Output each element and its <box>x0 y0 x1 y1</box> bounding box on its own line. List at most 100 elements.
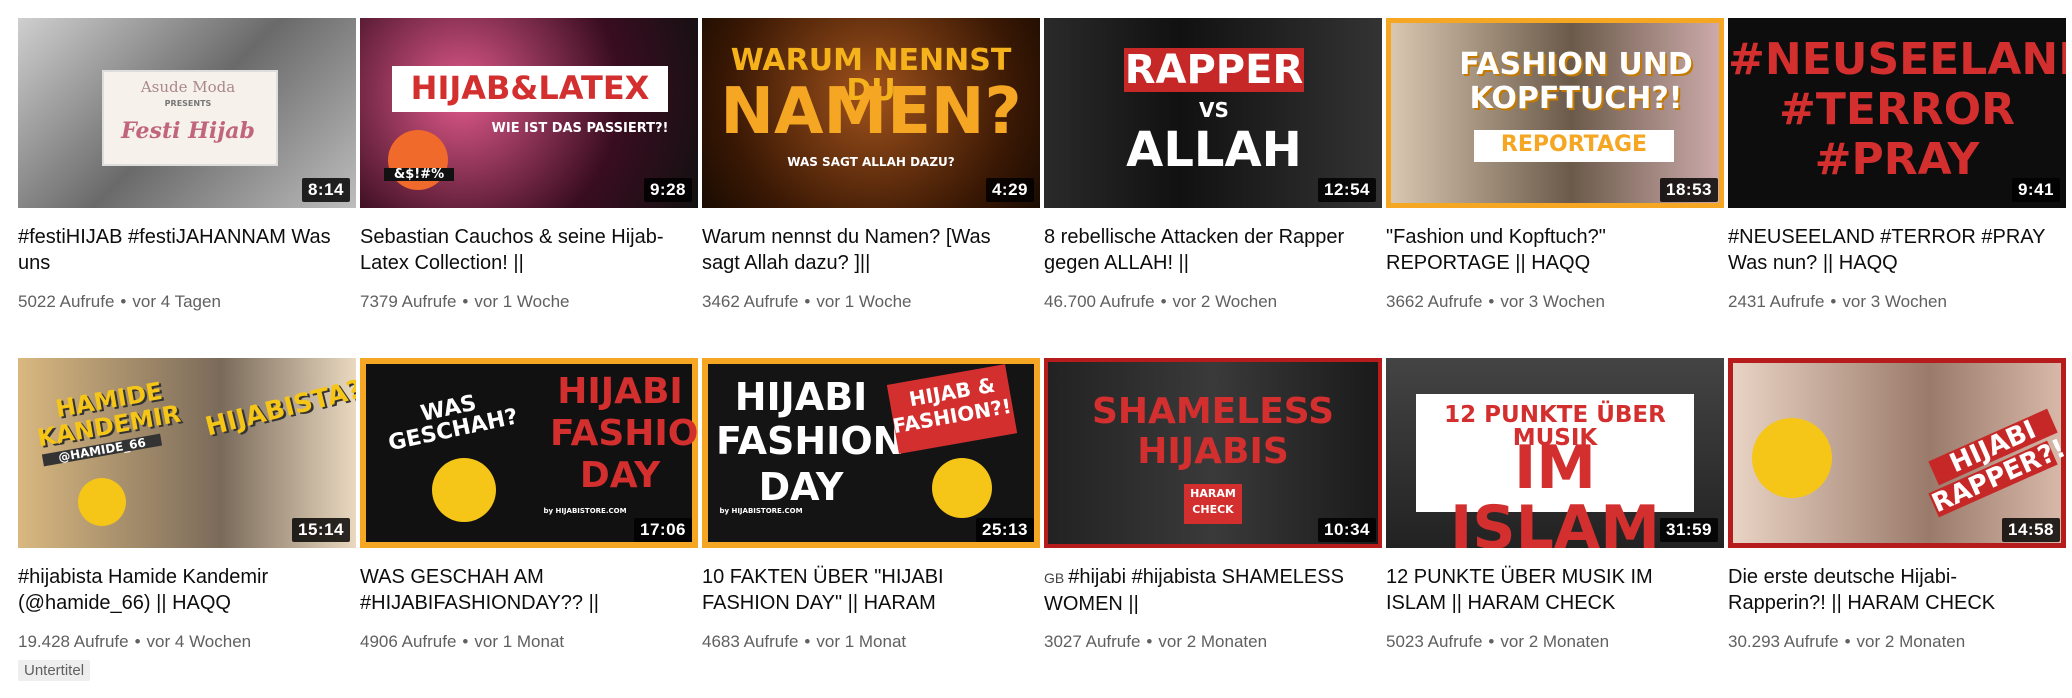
video-card-5[interactable]: FASHION UND KOPFTUCH?! REPORTAGE 18:53 "… <box>1386 18 1728 358</box>
thumbnail-text: CHECK <box>1192 503 1234 516</box>
video-meta: 4906 Aufrufe • vor 1 Monat <box>360 632 702 652</box>
video-duration: 17:06 <box>634 518 692 542</box>
upload-age: vor 1 Monat <box>816 632 907 651</box>
video-card-7[interactable]: HAMIDE KANDEMIR @HAMIDE_66 HIJABISTA?! 1… <box>18 358 360 698</box>
thumbnail-text: #TERROR <box>1779 84 2015 135</box>
video-title[interactable]: Sebastian Cauchos & seine Hijab-Latex Co… <box>360 224 680 276</box>
video-duration: 25:13 <box>976 518 1034 542</box>
upload-age: vor 2 Monaten <box>1158 632 1268 651</box>
thumbnail-text: HIJABI <box>557 371 683 412</box>
view-count: 46.700 Aufrufe <box>1044 292 1155 311</box>
video-card-4[interactable]: RAPPER VS ALLAH 12:54 8 rebellische Atta… <box>1044 18 1386 358</box>
video-title[interactable]: Die erste deutsche Hijabi-Rapperin?! || … <box>1728 564 2048 616</box>
video-duration: 9:28 <box>643 178 692 202</box>
video-title-text: #hijabista Hamide Kandemir (@hamide_66) … <box>18 566 269 614</box>
video-thumbnail[interactable]: HAMIDE KANDEMIR @HAMIDE_66 HIJABISTA?! 1… <box>18 358 356 548</box>
thumbnail-text: Festi Hijab <box>121 118 255 144</box>
video-duration: 31:59 <box>1660 518 1718 542</box>
upload-age: vor 1 Woche <box>474 292 570 311</box>
video-title-text: 10 FAKTEN ÜBER "HIJABI FASHION DAY" || H… <box>702 566 944 614</box>
video-card-8[interactable]: WAS GESCHAH? HIJABI FASHION DAY by HIJAB… <box>360 358 702 698</box>
video-meta: 5023 Aufrufe • vor 2 Monaten <box>1386 632 1728 652</box>
thumbnail-text: #NEUSEELAND <box>1728 34 2066 85</box>
thumbnail-text: HIJABIS <box>1137 431 1289 472</box>
meta-separator: • <box>1146 632 1153 651</box>
video-card-10[interactable]: SHAMELESS HIJABIS HARAM CHECK 10:34 GB #h… <box>1044 358 1386 698</box>
video-title[interactable]: #hijabista Hamide Kandemir (@hamide_66) … <box>18 564 338 616</box>
video-card-11[interactable]: 12 PUNKTE ÜBER MUSIK IM ISLAM 31:59 12 P… <box>1386 358 1728 698</box>
video-thumbnail[interactable]: WAS GESCHAH? HIJABI FASHION DAY by HIJAB… <box>360 358 698 548</box>
video-title-text: 8 rebellische Attacken der Rapper gegen … <box>1044 226 1345 274</box>
video-title[interactable]: 10 FAKTEN ÜBER "HIJABI FASHION DAY" || H… <box>702 564 1022 616</box>
meta-separator: • <box>804 632 811 651</box>
view-count: 4906 Aufrufe <box>360 632 457 651</box>
video-duration: 10:34 <box>1318 518 1376 542</box>
view-count: 19.428 Aufrufe <box>18 632 129 651</box>
video-thumbnail[interactable]: WARUM NENNST DU NAMEN? WAS SAGT ALLAH DA… <box>702 18 1040 208</box>
upload-age: vor 1 Woche <box>816 292 912 311</box>
view-count: 3662 Aufrufe <box>1386 292 1483 311</box>
video-thumbnail[interactable]: FASHION UND KOPFTUCH?! REPORTAGE 18:53 <box>1386 18 1724 208</box>
meta-separator: • <box>120 292 127 311</box>
video-card-12[interactable]: HIJABI RAPPER?! 14:58 Die erste deutsche… <box>1728 358 2070 698</box>
video-title[interactable]: "Fashion und Kopftuch?" REPORTAGE || HAQ… <box>1386 224 1706 276</box>
video-title-text: Warum nennst du Namen? [Was sagt Allah d… <box>702 226 991 274</box>
video-title[interactable]: 12 PUNKTE ÜBER MUSIK IM ISLAM || HARAM C… <box>1386 564 1706 616</box>
thumbnail-text: REPORTAGE <box>1500 132 1648 157</box>
thumbnail-text: ALLAH <box>1126 122 1302 178</box>
video-meta: 2431 Aufrufe • vor 3 Wochen <box>1728 292 2070 312</box>
thumbnail-text: WAS SAGT ALLAH DAZU? <box>787 155 955 169</box>
thumbnail-text: RAPPER <box>1124 47 1304 93</box>
video-thumbnail[interactable]: 12 PUNKTE ÜBER MUSIK IM ISLAM 31:59 <box>1386 358 1724 548</box>
video-thumbnail[interactable]: #NEUSEELAND #TERROR #PRAY 9:41 <box>1728 18 2066 208</box>
thumbnail-text: DAY <box>579 455 661 496</box>
video-title[interactable]: GB #hijabi #hijabista SHAMELESS WOMEN || <box>1044 564 1364 616</box>
video-thumbnail[interactable]: HIJABI RAPPER?! 14:58 <box>1728 358 2066 548</box>
video-card-6[interactable]: #NEUSEELAND #TERROR #PRAY 9:41 #NEUSEELA… <box>1728 18 2070 358</box>
video-thumbnail[interactable]: RAPPER VS ALLAH 12:54 <box>1044 18 1382 208</box>
video-meta: 19.428 Aufrufe • vor 4 Wochen <box>18 632 360 652</box>
video-thumbnail[interactable]: HIJABI FASHION DAY HIJAB & FASHION?! by … <box>702 358 1040 548</box>
thumbnail-text: by HIJABISTORE.COM <box>543 507 627 515</box>
video-meta: 5022 Aufrufe • vor 4 Tagen <box>18 292 360 312</box>
view-count: 30.293 Aufrufe <box>1728 632 1839 651</box>
video-title-text: "Fashion und Kopftuch?" REPORTAGE || HAQ… <box>1386 226 1606 274</box>
upload-age: vor 1 Monat <box>474 632 565 651</box>
video-title[interactable]: WAS GESCHAH AM #HIJABIFASHIONDAY?? || <box>360 564 680 616</box>
video-card-1[interactable]: Asude Moda PRESENTS Festi Hijab 8:14 #fe… <box>18 18 360 358</box>
video-meta: 3662 Aufrufe • vor 3 Wochen <box>1386 292 1728 312</box>
thumbnail-text: KOPFTUCH?! <box>1469 81 1683 116</box>
video-thumbnail[interactable]: SHAMELESS HIJABIS HARAM CHECK 10:34 <box>1044 358 1382 548</box>
video-duration: 14:58 <box>2002 518 2060 542</box>
upload-age: vor 4 Wochen <box>146 632 252 651</box>
video-title[interactable]: 8 rebellische Attacken der Rapper gegen … <box>1044 224 1364 276</box>
meta-separator: • <box>804 292 811 311</box>
meta-separator: • <box>1488 292 1495 311</box>
video-title[interactable]: #festiHIJAB #festiJAHANNAM Was uns <box>18 224 338 276</box>
meta-separator: • <box>462 632 469 651</box>
video-card-9[interactable]: HIJABI FASHION DAY HIJAB & FASHION?! by … <box>702 358 1044 698</box>
view-count: 4683 Aufrufe <box>702 632 799 651</box>
thumbnail-text: FASHION <box>716 419 905 463</box>
thumbnail-text: HIJAB&LATEX <box>410 69 650 107</box>
thumbnail-text: VS <box>1199 98 1229 122</box>
video-title-text: 12 PUNKTE ÜBER MUSIK IM ISLAM || HARAM C… <box>1386 566 1653 614</box>
video-title[interactable]: Warum nennst du Namen? [Was sagt Allah d… <box>702 224 1022 276</box>
video-thumbnail[interactable]: HIJAB&LATEX WIE IST DAS PASSIERT?! &$!#%… <box>360 18 698 208</box>
upload-age: vor 2 Monaten <box>1500 632 1610 651</box>
view-count: 7379 Aufrufe <box>360 292 457 311</box>
thumbnail-text: &$!#% <box>384 168 454 181</box>
video-thumbnail[interactable]: Asude Moda PRESENTS Festi Hijab 8:14 <box>18 18 356 208</box>
video-title[interactable]: #NEUSEELAND #TERROR #PRAY Was nun? || HA… <box>1728 224 2048 276</box>
meta-separator: • <box>1488 632 1495 651</box>
video-duration: 12:54 <box>1318 178 1376 202</box>
thumbnail-text: by HIJABISTORE.COM <box>719 507 803 515</box>
video-duration: 9:41 <box>2011 178 2060 202</box>
video-card-3[interactable]: WARUM NENNST DU NAMEN? WAS SAGT ALLAH DA… <box>702 18 1044 358</box>
video-title-text: #festiHIJAB #festiJAHANNAM Was uns <box>18 226 331 274</box>
video-meta: 46.700 Aufrufe • vor 2 Wochen <box>1044 292 1386 312</box>
video-card-2[interactable]: HIJAB&LATEX WIE IST DAS PASSIERT?! &$!#%… <box>360 18 702 358</box>
video-title-text: #NEUSEELAND #TERROR #PRAY Was nun? || HA… <box>1728 226 2046 274</box>
video-duration: 8:14 <box>301 178 350 202</box>
video-duration: 18:53 <box>1660 178 1718 202</box>
